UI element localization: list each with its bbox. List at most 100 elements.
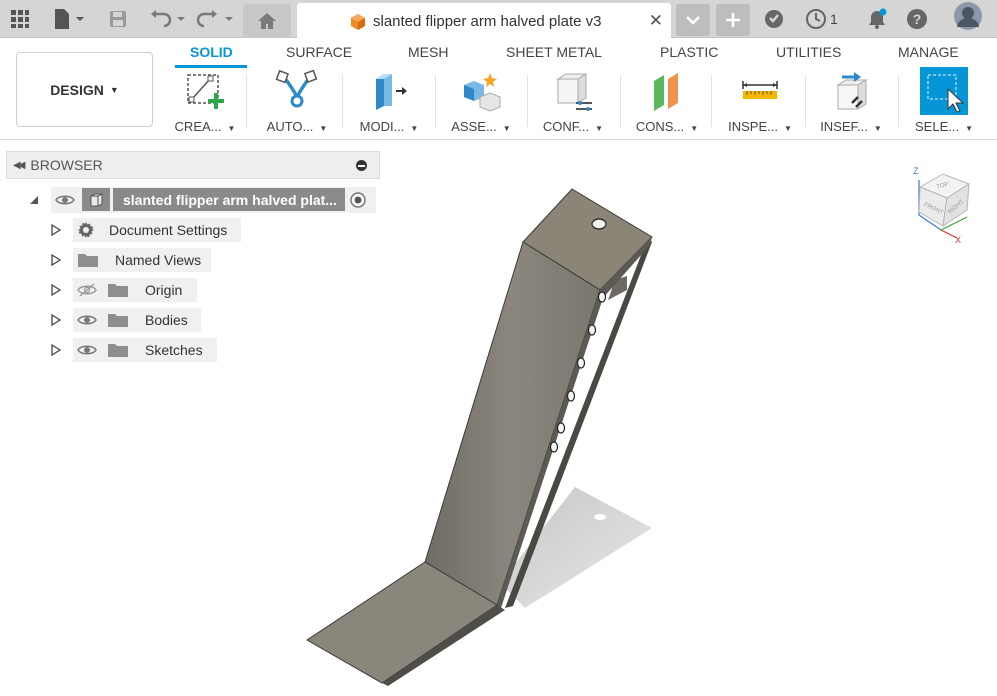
document-tab[interactable]: slanted flipper arm halved plate v3 ✕ [297, 3, 671, 39]
configure-tool[interactable]: CONF... ▼ [528, 69, 618, 137]
inspect-icon [736, 69, 784, 113]
activate-radio-icon[interactable] [349, 191, 367, 209]
browser-title: BROWSER [30, 157, 103, 173]
assemble-tool[interactable]: ASSE... ▼ [436, 69, 526, 137]
view-cube[interactable]: TOP FRONT RIGHT Z X [905, 160, 980, 245]
tab-surface[interactable]: SURFACE [286, 44, 352, 60]
redo-icon[interactable] [196, 6, 236, 32]
folder-icon [108, 344, 128, 357]
configure-icon [549, 69, 597, 113]
create-tool-label: CREA... [174, 119, 222, 134]
browser-item-label: Bodies [145, 312, 188, 328]
gear-icon [78, 222, 94, 238]
folder-icon [78, 254, 98, 267]
undo-icon[interactable] [148, 6, 188, 32]
home-icon [258, 13, 276, 29]
eye-icon[interactable] [77, 313, 97, 327]
browser-item-origin[interactable]: Origin [73, 278, 197, 302]
extensions-icon[interactable] [763, 6, 785, 32]
insert-icon [827, 69, 875, 113]
select-tool-label: SELE... [915, 119, 960, 134]
browser-item-named-views[interactable]: Named Views [73, 248, 211, 272]
construct-tool[interactable]: CONS... ▼ [622, 69, 712, 137]
browser-item-sketches[interactable]: Sketches [73, 338, 217, 362]
new-tab-button[interactable] [716, 4, 750, 36]
folder-icon [108, 284, 128, 297]
modify-icon [365, 69, 413, 113]
active-tab-indicator [175, 65, 247, 68]
shadow-hole [594, 514, 606, 520]
tab-mesh[interactable]: MESH [408, 44, 448, 60]
job-status[interactable]: 1 [805, 6, 838, 32]
construct-tool-label: CONS... [635, 119, 685, 134]
automate-tool[interactable]: AUTO... ▼ [252, 69, 342, 137]
insert-tool-label: INSEF... [820, 119, 868, 134]
expand-triangle-icon[interactable] [51, 224, 61, 236]
close-tab-icon[interactable]: ✕ [649, 11, 663, 31]
root-component-label[interactable]: slanted flipper arm halved plat... [113, 188, 345, 211]
ribbon-divider [620, 75, 621, 127]
ribbon-divider [711, 75, 712, 127]
browser-item-document-settings[interactable]: Document Settings [73, 218, 241, 242]
expanded-triangle-icon[interactable] [28, 194, 40, 206]
expand-triangle-icon[interactable] [51, 254, 61, 266]
automate-tool-label: AUTO... [266, 119, 314, 134]
configure-tool-label: CONF... [542, 119, 590, 134]
tab-utilities[interactable]: UTILITIES [776, 44, 841, 60]
z-axis-label: Z [913, 166, 919, 176]
assemble-icon [457, 69, 505, 113]
expand-triangle-icon[interactable] [51, 344, 61, 356]
x-axis-label: X [955, 235, 961, 245]
tab-list-button[interactable] [676, 4, 710, 36]
assemble-tool-label: ASSE... [451, 119, 497, 134]
browser-item-label: Named Views [115, 252, 202, 268]
modify-tool-label: MODI... [359, 119, 405, 134]
collapse-panel-icon[interactable]: ◀◀ [13, 160, 26, 171]
tab-manage[interactable]: MANAGE [898, 44, 959, 60]
browser-item-label: Sketches [145, 342, 203, 358]
flipper-arm-model[interactable] [300, 160, 997, 691]
job-count: 1 [830, 11, 838, 27]
expand-triangle-icon[interactable] [51, 314, 61, 326]
eye-hidden-icon[interactable] [77, 283, 97, 297]
expand-triangle-icon[interactable] [51, 284, 61, 296]
home-tab[interactable] [243, 4, 291, 38]
svg-text:?: ? [913, 11, 922, 27]
model-viewport[interactable] [300, 160, 997, 691]
ribbon: DESIGN ▼ SOLID SURFACE MESH SHEET METAL … [0, 39, 997, 140]
insert-tool[interactable]: INSEF... ▼ [806, 69, 896, 137]
tab-solid[interactable]: SOLID [190, 44, 233, 60]
help-icon[interactable]: ? [906, 6, 928, 32]
component-icon [82, 188, 110, 211]
title-bar: slanted flipper arm halved plate v3 ✕ 1 … [0, 0, 997, 39]
ribbon-divider [342, 75, 343, 127]
modify-tool[interactable]: MODI... ▼ [344, 69, 434, 137]
top-hole [591, 218, 607, 230]
eye-icon[interactable] [77, 343, 97, 357]
tab-plastic[interactable]: PLASTIC [660, 44, 718, 60]
workspace-switcher[interactable]: DESIGN ▼ [16, 52, 153, 127]
create-sketch-icon [181, 69, 229, 113]
user-avatar[interactable] [953, 2, 983, 30]
select-tool[interactable]: SELE... ▼ [899, 67, 989, 137]
minimize-panel-icon[interactable] [356, 160, 367, 171]
ribbon-divider [246, 75, 247, 127]
browser-header: ◀◀ BROWSER [6, 151, 380, 179]
notifications-icon[interactable] [866, 6, 888, 32]
eye-icon[interactable] [55, 193, 75, 207]
save-icon[interactable] [108, 6, 128, 32]
design-file-icon [351, 14, 365, 30]
create-tool[interactable]: CREA... ▼ [160, 69, 250, 137]
plus-icon [726, 13, 740, 27]
document-tab-title: slanted flipper arm halved plate v3 [373, 12, 602, 30]
folder-icon [108, 314, 128, 327]
file-menu-icon[interactable] [52, 6, 86, 32]
app-grid-icon[interactable] [10, 6, 30, 32]
clock-icon [806, 9, 826, 29]
browser-item-bodies[interactable]: Bodies [73, 308, 201, 332]
inspect-tool[interactable]: INSPE... ▼ [715, 69, 805, 137]
construct-icon [643, 69, 691, 113]
chevron-down-icon [686, 16, 700, 25]
tab-sheet-metal[interactable]: SHEET METAL [506, 44, 602, 60]
automate-icon [273, 69, 321, 113]
